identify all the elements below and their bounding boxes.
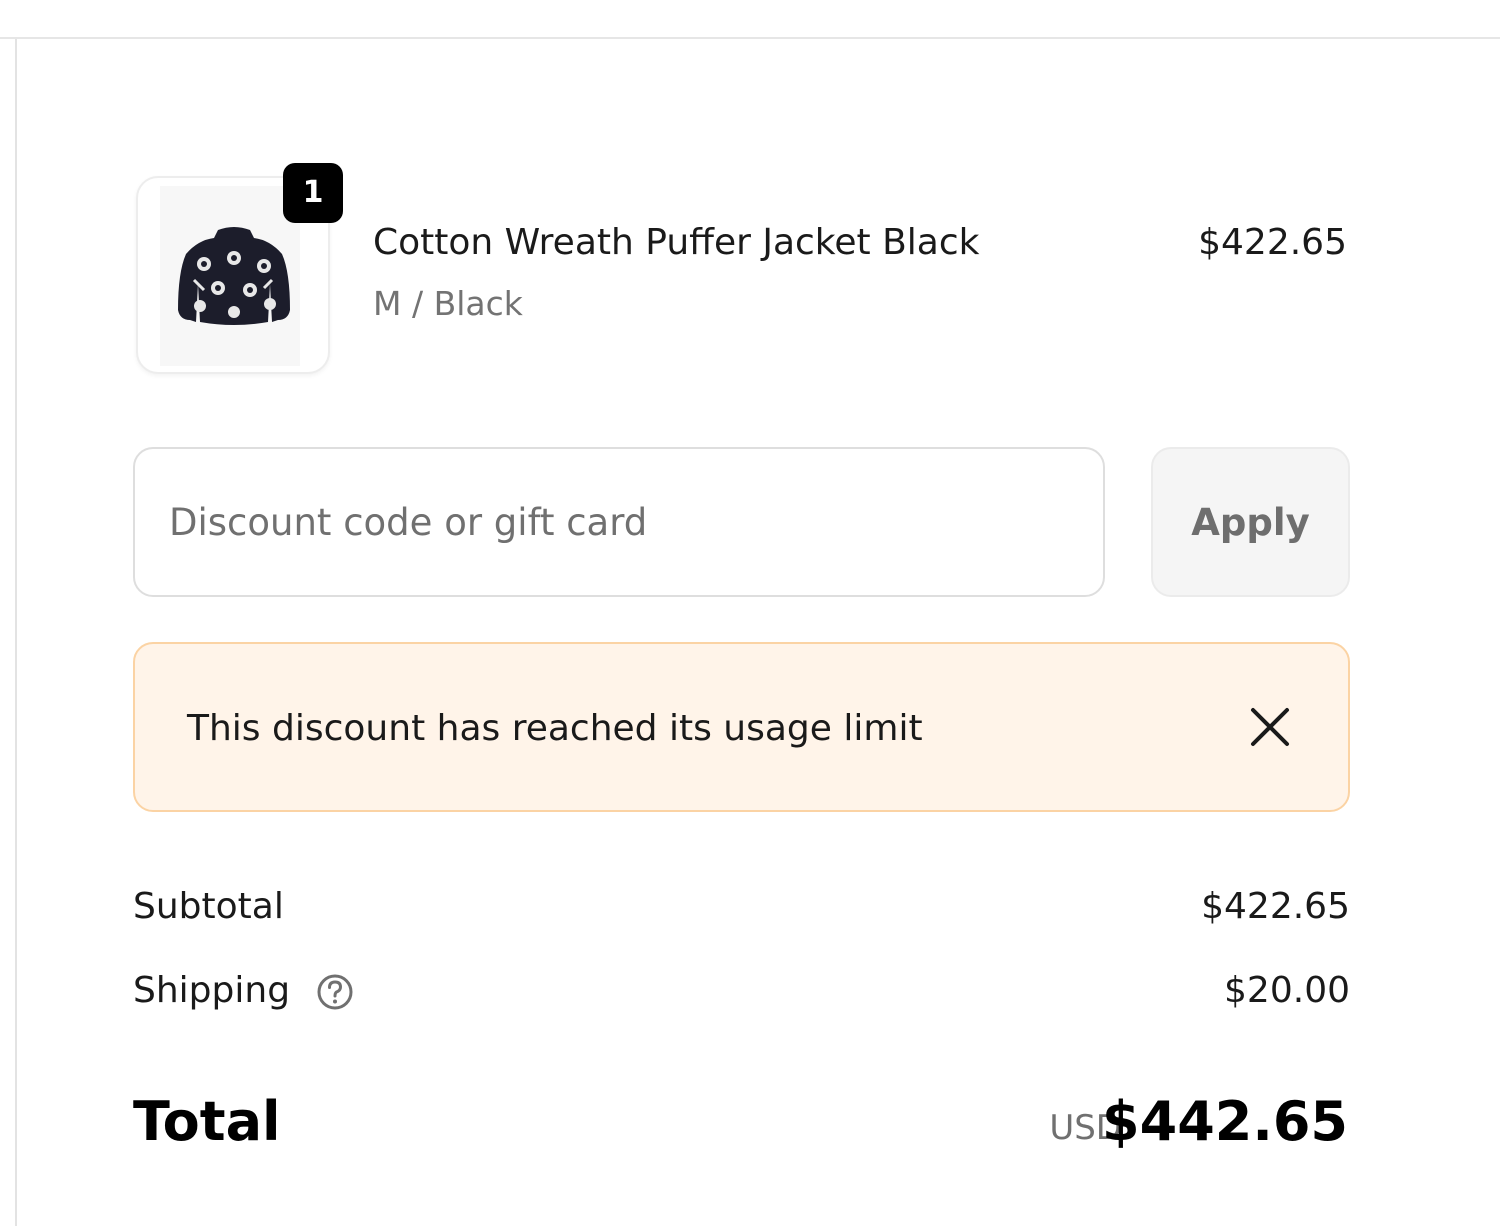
quantity-badge: 1 <box>283 163 343 223</box>
shipping-value: $20.00 <box>1224 970 1350 1011</box>
question-circle-icon[interactable] <box>315 972 355 1012</box>
product-price: $422.65 <box>1198 222 1347 263</box>
jacket-icon <box>178 227 290 325</box>
total-value: $442.65 <box>1102 1090 1348 1153</box>
product-variant: M / Black <box>373 284 523 323</box>
order-summary: 1 Cotton Wreath Puffer Jacket Black M / … <box>133 0 1350 1226</box>
product-title: Cotton Wreath Puffer Jacket Black <box>373 222 980 263</box>
discount-error-banner: This discount has reached its usage limi… <box>133 642 1350 812</box>
discount-error-message: This discount has reached its usage limi… <box>187 708 923 749</box>
column-divider <box>15 39 17 1226</box>
close-icon[interactable] <box>1245 702 1295 752</box>
shipping-label: Shipping <box>133 970 291 1011</box>
apply-discount-button[interactable]: Apply <box>1151 447 1350 597</box>
line-item: 1 Cotton Wreath Puffer Jacket Black M / … <box>133 163 1350 374</box>
discount-code-input[interactable] <box>133 447 1105 597</box>
subtotal-label: Subtotal <box>133 886 284 927</box>
subtotal-value: $422.65 <box>1201 886 1350 927</box>
total-label: Total <box>133 1090 281 1153</box>
